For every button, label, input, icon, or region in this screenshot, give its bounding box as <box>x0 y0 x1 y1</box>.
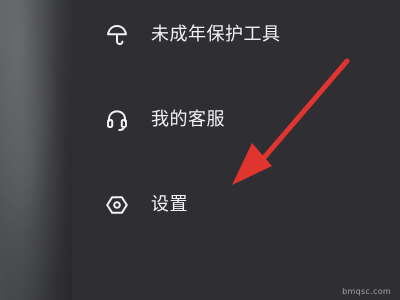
menu-item-my-service-label: 我的客服 <box>151 109 225 130</box>
watermark-text: bmqsc.com <box>342 287 391 296</box>
menu-item-settings[interactable]: 设置 <box>104 185 188 225</box>
menu-item-my-service[interactable]: 我的客服 <box>104 100 225 140</box>
menu-item-minor-protection[interactable]: 未成年保护工具 <box>104 15 281 55</box>
settings-hexagon-icon <box>104 192 130 218</box>
side-drawer-menu: 未成年保护工具 我的客服 设置 <box>72 0 400 300</box>
headset-icon <box>104 107 130 133</box>
left-background-panel <box>0 0 72 300</box>
menu-item-minor-protection-label: 未成年保护工具 <box>151 24 281 45</box>
screen: 未成年保护工具 我的客服 设置 bmqsc.com <box>0 0 400 300</box>
menu-item-settings-label: 设置 <box>151 194 188 215</box>
umbrella-icon <box>104 22 130 48</box>
